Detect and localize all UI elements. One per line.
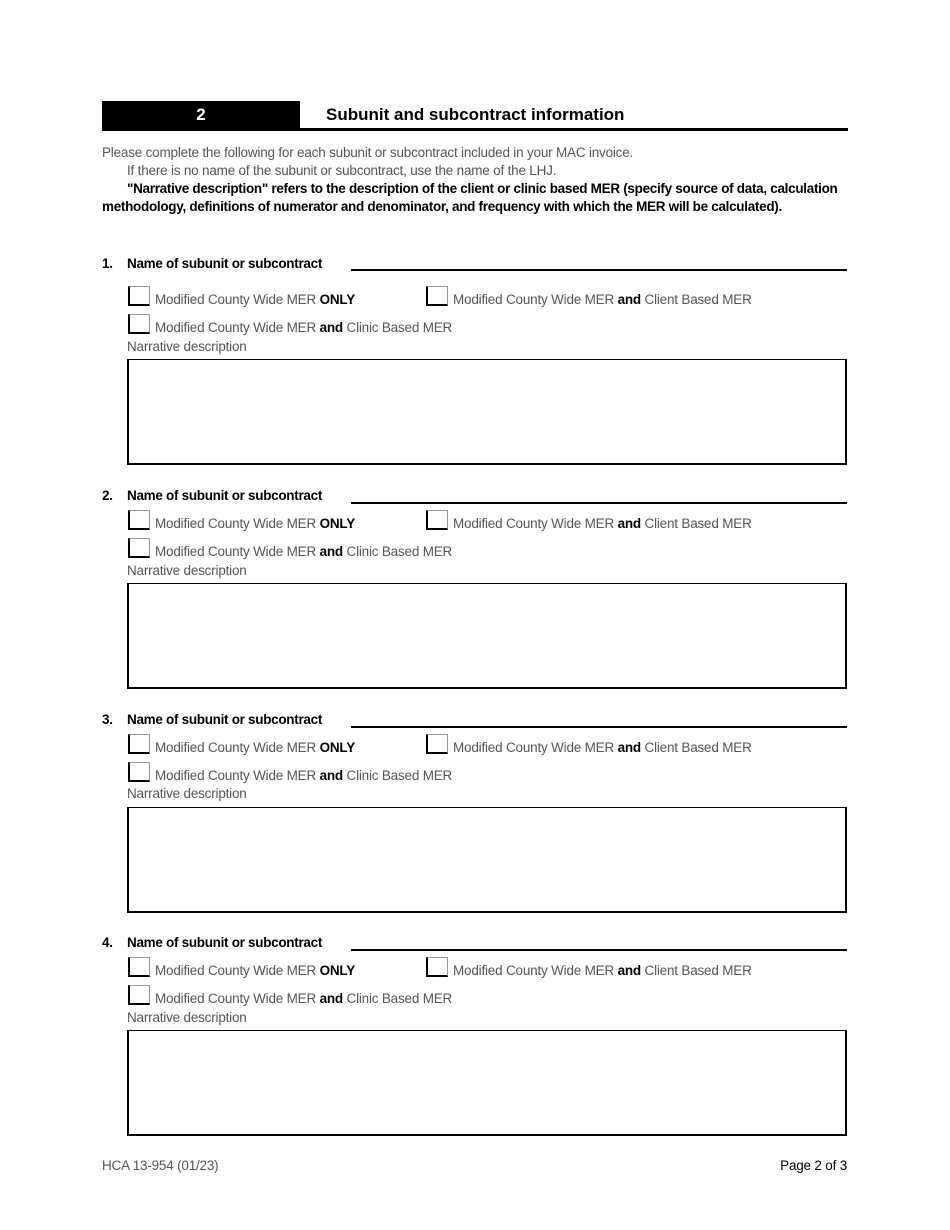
option-label-county-wide-only: Modified County Wide MER ONLY	[155, 963, 355, 978]
subunit-name-label: 3. Name of subunit or subcontract	[102, 712, 322, 727]
subunit-name-field[interactable]	[351, 502, 847, 504]
checkbox-county-wide-and-client[interactable]	[426, 734, 448, 754]
page-number: Page 2 of 3	[780, 1158, 847, 1173]
option-text-suffix: Clinic Based MER	[342, 544, 453, 559]
checkbox-county-wide-only[interactable]	[128, 286, 150, 306]
option-label-county-wide-and-client: Modified County Wide MER and Client Base…	[453, 292, 752, 307]
checkbox-county-wide-and-clinic[interactable]	[128, 762, 150, 782]
option-text: Modified County Wide MER	[453, 740, 618, 755]
option-bold-text: and	[617, 516, 642, 531]
option-bold-text: and	[319, 768, 344, 783]
checkbox-county-wide-and-clinic[interactable]	[128, 538, 150, 558]
subunit-name-label: 2. Name of subunit or subcontract	[102, 488, 322, 503]
narrative-description-label: Narrative description	[127, 786, 247, 801]
instructions: Please complete the following for each s…	[102, 144, 848, 216]
option-bold-text: and	[617, 292, 642, 307]
checkbox-county-wide-and-clinic[interactable]	[128, 985, 150, 1005]
subunit-number: 1.	[102, 256, 113, 271]
option-bold-text: and	[319, 320, 344, 335]
instruction-line-1: Please complete the following for each s…	[102, 145, 634, 160]
option-label-county-wide-and-clinic: Modified County Wide MER and Clinic Base…	[155, 991, 452, 1006]
subunit-name-label: 4. Name of subunit or subcontract	[102, 935, 322, 950]
option-text: Modified County Wide MER	[155, 320, 320, 335]
section-title: Subunit and subcontract information	[326, 105, 625, 124]
subunit-number: 4.	[102, 935, 113, 950]
section-number-badge: 2	[102, 101, 300, 129]
checkbox-county-wide-and-clinic[interactable]	[128, 314, 150, 334]
option-label-county-wide-and-clinic: Modified County Wide MER and Clinic Base…	[155, 544, 452, 559]
option-label-county-wide-only: Modified County Wide MER ONLY	[155, 292, 355, 307]
option-bold-text: ONLY	[319, 963, 356, 978]
checkbox-county-wide-only[interactable]	[128, 510, 150, 530]
checkbox-county-wide-and-client[interactable]	[426, 957, 448, 977]
subunit-name-label-text: Name of subunit or subcontract	[127, 712, 323, 727]
narrative-description-label: Narrative description	[127, 563, 247, 578]
option-text-suffix: Clinic Based MER	[342, 768, 453, 783]
option-bold-text: and	[617, 963, 642, 978]
option-bold-text: and	[617, 740, 642, 755]
option-bold-text: and	[319, 991, 344, 1006]
narrative-description-label: Narrative description	[127, 1010, 247, 1025]
narrative-definition: "Narrative description" refers to the de…	[102, 181, 838, 214]
subunit-name-label: 1. Name of subunit or subcontract	[102, 256, 322, 271]
option-text: Modified County Wide MER	[155, 991, 320, 1006]
option-text: Modified County Wide MER	[155, 768, 320, 783]
option-bold-text: ONLY	[319, 740, 356, 755]
option-text: Modified County Wide MER	[155, 544, 320, 559]
option-text-suffix: Client Based MER	[640, 516, 752, 531]
checkbox-county-wide-and-client[interactable]	[426, 286, 448, 306]
option-text: Modified County Wide MER	[155, 963, 320, 978]
option-text-suffix: Client Based MER	[640, 963, 752, 978]
narrative-description-input[interactable]	[127, 359, 847, 465]
checkbox-county-wide-only[interactable]	[128, 734, 150, 754]
narrative-description-input[interactable]	[127, 1030, 847, 1136]
option-label-county-wide-only: Modified County Wide MER ONLY	[155, 516, 355, 531]
option-label-county-wide-and-client: Modified County Wide MER and Client Base…	[453, 740, 752, 755]
option-label-county-wide-and-clinic: Modified County Wide MER and Clinic Base…	[155, 768, 452, 783]
subunit-number: 2.	[102, 488, 113, 503]
option-text: Modified County Wide MER	[155, 516, 320, 531]
form-id: HCA 13-954 (01/23)	[102, 1158, 219, 1173]
instruction-line-2: If there is no name of the subunit or su…	[127, 163, 557, 178]
option-bold-text: ONLY	[319, 516, 356, 531]
subunit-name-field[interactable]	[351, 949, 847, 951]
option-text-suffix: Clinic Based MER	[342, 991, 453, 1006]
option-text-suffix: Client Based MER	[640, 740, 752, 755]
subunit-name-label-text: Name of subunit or subcontract	[127, 256, 323, 271]
option-text: Modified County Wide MER	[155, 292, 320, 307]
narrative-description-input[interactable]	[127, 807, 847, 913]
subunit-number: 3.	[102, 712, 113, 727]
option-label-county-wide-and-clinic: Modified County Wide MER and Clinic Base…	[155, 320, 452, 335]
option-text-suffix: Clinic Based MER	[342, 320, 453, 335]
option-bold-text: and	[319, 544, 344, 559]
option-label-county-wide-only: Modified County Wide MER ONLY	[155, 740, 355, 755]
subunit-name-label-text: Name of subunit or subcontract	[127, 935, 323, 950]
option-text: Modified County Wide MER	[453, 963, 618, 978]
subunit-name-field[interactable]	[351, 269, 847, 271]
narrative-description-label: Narrative description	[127, 339, 247, 354]
checkbox-county-wide-only[interactable]	[128, 957, 150, 977]
option-text: Modified County Wide MER	[155, 740, 320, 755]
option-text-suffix: Client Based MER	[640, 292, 752, 307]
subunit-name-field[interactable]	[351, 726, 847, 728]
option-label-county-wide-and-client: Modified County Wide MER and Client Base…	[453, 963, 752, 978]
option-label-county-wide-and-client: Modified County Wide MER and Client Base…	[453, 516, 752, 531]
header-rule	[102, 128, 848, 131]
checkbox-county-wide-and-client[interactable]	[426, 510, 448, 530]
option-text: Modified County Wide MER	[453, 292, 618, 307]
option-text: Modified County Wide MER	[453, 516, 618, 531]
option-bold-text: ONLY	[319, 292, 356, 307]
subunit-name-label-text: Name of subunit or subcontract	[127, 488, 323, 503]
narrative-description-input[interactable]	[127, 583, 847, 689]
